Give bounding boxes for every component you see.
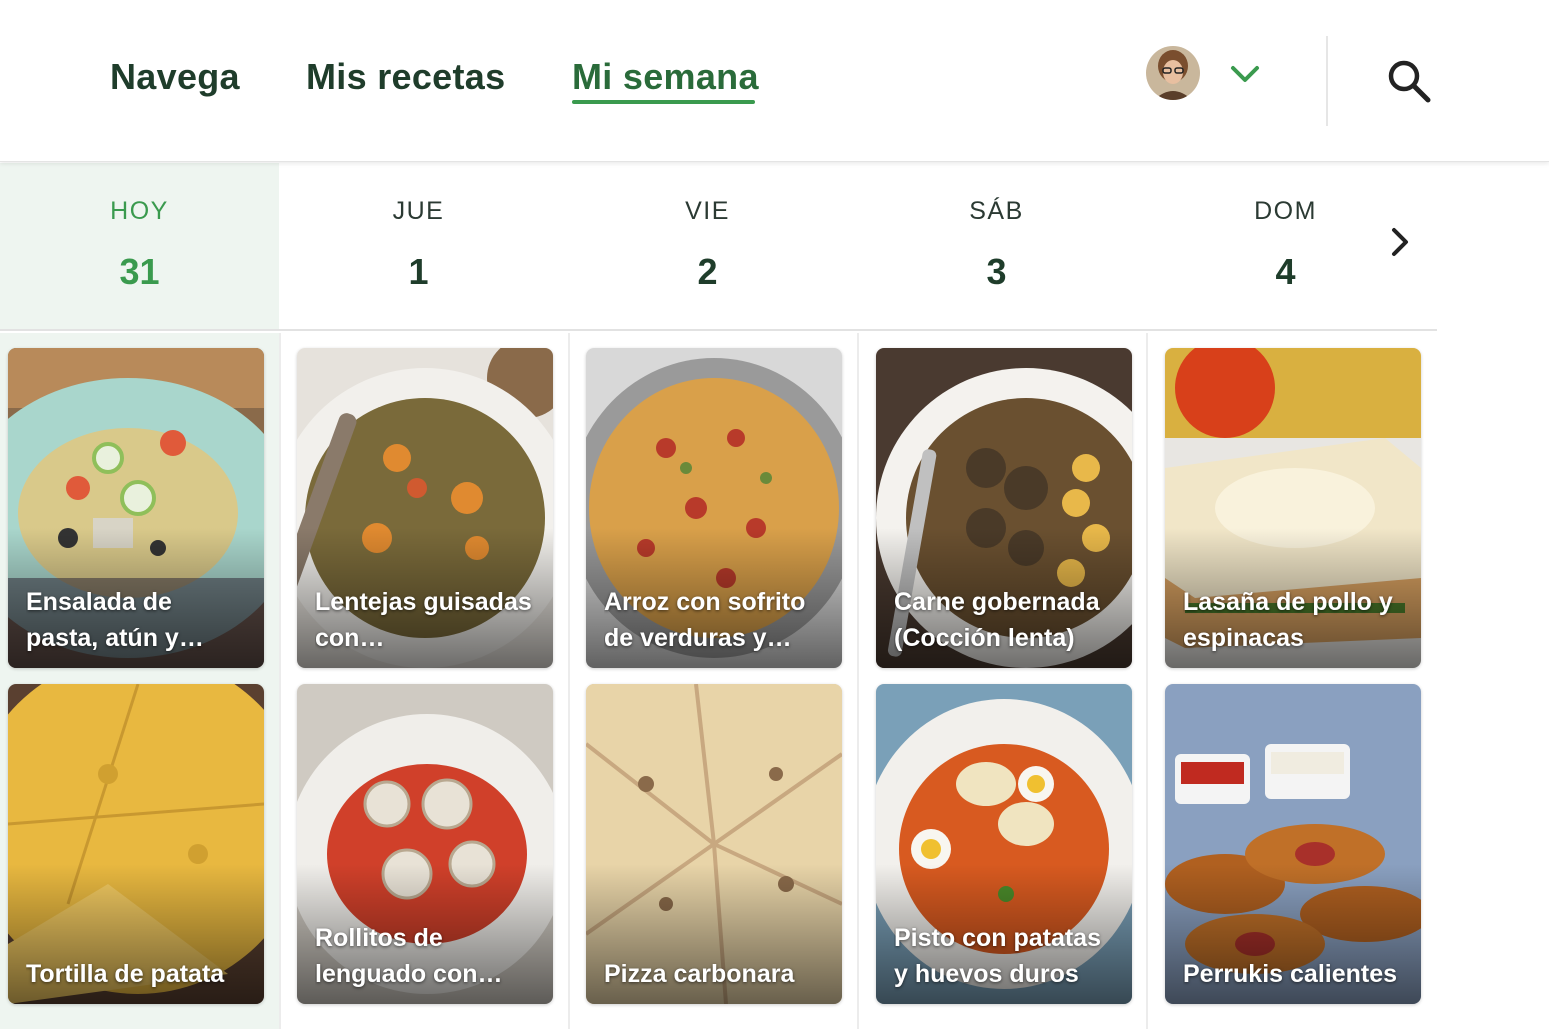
tab-mis-recetas[interactable]: Mis recetas xyxy=(306,56,505,98)
day-number: 31 xyxy=(119,251,160,292)
column-divider xyxy=(279,333,281,1029)
recipe-card[interactable]: Pizza carbonara xyxy=(586,684,842,1004)
recipe-title: Ensalada de pasta, atún y… xyxy=(26,588,204,652)
recipe-title: Pizza carbonara xyxy=(604,960,795,988)
recipe-title: Lasaña de pollo y espinacas xyxy=(1183,588,1393,652)
recipe-card[interactable]: Lentejas guisadas con… xyxy=(297,348,553,668)
tab-navega[interactable]: Navega xyxy=(110,56,240,98)
day-column-sab[interactable]: SÁB 3 xyxy=(857,163,1136,329)
recipe-card[interactable]: Lasaña de pollo y espinacas xyxy=(1165,348,1421,668)
recipe-card[interactable]: Pisto con patatas y huevos duros xyxy=(876,684,1132,1004)
day-column-today[interactable]: HOY 31 xyxy=(0,163,279,329)
week-day-selector: HOY 31 JUE 1 VIE 2 SÁB 3 DOM 4 xyxy=(0,163,1437,331)
recipe-card[interactable]: Ensalada de pasta, atún y… xyxy=(8,348,264,668)
day-name: HOY xyxy=(110,197,169,225)
day-number: 2 xyxy=(697,251,718,292)
column-divider xyxy=(568,333,570,1029)
column-divider xyxy=(857,333,859,1029)
active-tab-indicator xyxy=(572,100,755,104)
recipe-title: Rollitos de lenguado con… xyxy=(315,924,503,988)
recipe-card[interactable]: Arroz con sofrito de verduras y… xyxy=(586,348,842,668)
column-divider xyxy=(1146,333,1148,1029)
recipe-title: Perrukis calientes xyxy=(1183,960,1398,988)
recipe-title: Arroz con sofrito de verduras y… xyxy=(604,588,806,652)
recipe-card[interactable]: Carne gobernada (Cocción lenta) xyxy=(876,348,1132,668)
day-name: JUE xyxy=(392,197,445,225)
recipe-card[interactable]: Rollitos de lenguado con… xyxy=(297,684,553,1004)
user-avatar[interactable] xyxy=(1146,46,1200,100)
day-name: VIE xyxy=(685,197,730,225)
top-navigation-bar: Navega Mis recetas Mi semana xyxy=(0,0,1549,162)
chevron-down-icon[interactable] xyxy=(1229,60,1261,88)
recipe-title: Tortilla de patata xyxy=(26,960,225,988)
recipe-card[interactable]: Tortilla de patata xyxy=(8,684,264,1004)
recipe-title: Carne gobernada (Cocción lenta) xyxy=(894,588,1100,652)
tab-mi-semana[interactable]: Mi semana xyxy=(572,56,759,98)
chevron-right-icon[interactable] xyxy=(1384,222,1416,262)
search-icon[interactable] xyxy=(1384,56,1434,106)
day-column-jue[interactable]: JUE 1 xyxy=(279,163,558,329)
recipe-title: Pisto con patatas y huevos duros xyxy=(894,924,1101,988)
day-name: SÁB xyxy=(969,197,1024,225)
day-number: 3 xyxy=(986,251,1007,292)
day-number: 1 xyxy=(408,251,429,292)
recipe-card[interactable]: Perrukis calientes xyxy=(1165,684,1421,1004)
header-divider xyxy=(1326,36,1328,126)
recipe-title: Lentejas guisadas con… xyxy=(315,588,532,652)
day-column-vie[interactable]: VIE 2 xyxy=(568,163,847,329)
